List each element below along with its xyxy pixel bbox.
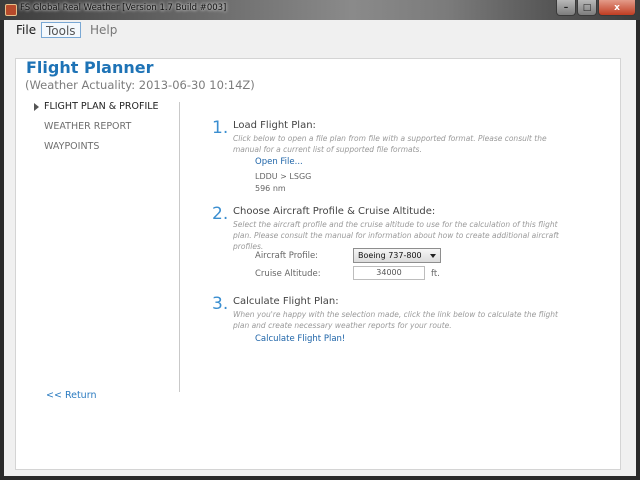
nav-item-waypoints[interactable]: WAYPOINTS <box>34 141 159 161</box>
step-1-description: Click below to open a file plan from fil… <box>233 134 547 154</box>
nav-item-label: WEATHER REPORT <box>44 121 132 132</box>
selected-arrow-icon <box>34 103 39 111</box>
title-bar[interactable]: FS Global Real Weather [Version 1.7 Buil… <box>0 0 640 20</box>
step-2-number: 2. <box>212 204 229 224</box>
maximize-icon: □ <box>582 2 592 13</box>
nav-item-label: WAYPOINTS <box>44 141 100 152</box>
caption-buttons: – □ x <box>556 0 636 16</box>
page-title: Flight Planner <box>26 58 154 77</box>
window-title: FS Global Real Weather [Version 1.7 Buil… <box>20 3 227 13</box>
app-icon[interactable] <box>5 4 17 16</box>
minimize-button[interactable]: – <box>556 0 576 16</box>
menu-tools[interactable]: Tools <box>41 22 81 38</box>
step-3-number: 3. <box>212 294 229 314</box>
application-window: FS Global Real Weather [Version 1.7 Buil… <box>0 0 640 480</box>
step-3-title: Calculate Flight Plan: <box>233 296 339 307</box>
page-subtitle: (Weather Actuality: 2013-06-30 10:14Z) <box>25 78 255 92</box>
menu-help[interactable]: Help <box>86 22 121 38</box>
menu-file[interactable]: File <box>12 22 40 38</box>
menu-bar: File Tools Help <box>4 20 636 42</box>
step-1-title: Load Flight Plan: <box>233 120 316 131</box>
calculate-flight-plan-link[interactable]: Calculate Flight Plan! <box>255 334 345 344</box>
route-text: LDDU > LSGG <box>255 172 312 181</box>
nav-item-label: FLIGHT PLAN & PROFILE <box>44 101 159 112</box>
dropdown-arrow-icon <box>430 254 436 258</box>
cruise-altitude-input[interactable]: 34000 <box>353 266 425 280</box>
altitude-unit: ft. <box>431 269 440 279</box>
aircraft-profile-label: Aircraft Profile: <box>255 251 319 261</box>
open-file-link[interactable]: Open File... <box>255 157 303 167</box>
aircraft-profile-select[interactable]: Boeing 737-800 <box>353 248 441 263</box>
vertical-divider <box>179 102 180 392</box>
close-icon: x <box>614 2 620 13</box>
minimize-icon: – <box>563 2 569 13</box>
distance-text: 596 nm <box>255 184 286 193</box>
section-nav: FLIGHT PLAN & PROFILE WEATHER REPORT WAY… <box>34 101 159 161</box>
step-3-description: When you're happy with the selection mad… <box>233 310 559 330</box>
maximize-button[interactable]: □ <box>577 0 597 16</box>
aircraft-profile-value: Boeing 737-800 <box>358 251 422 260</box>
close-button[interactable]: x <box>598 0 636 16</box>
nav-item-weather-report[interactable]: WEATHER REPORT <box>34 121 159 141</box>
step-2-title: Choose Aircraft Profile & Cruise Altitud… <box>233 206 436 217</box>
cruise-altitude-label: Cruise Altitude: <box>255 269 321 279</box>
nav-item-flight-plan-profile[interactable]: FLIGHT PLAN & PROFILE <box>34 101 159 121</box>
return-link[interactable]: << Return <box>46 390 96 401</box>
client-area: File Tools Help Flight Planner (Weather … <box>4 20 636 476</box>
step-1-number: 1. <box>212 118 229 138</box>
